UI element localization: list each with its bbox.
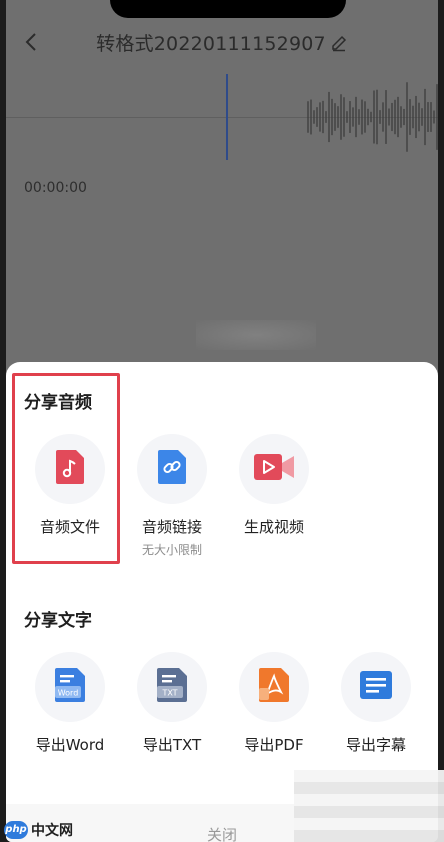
export-pdf[interactable]: 导出PDF [228,652,320,755]
export-txt[interactable]: TXT 导出TXT [126,652,218,755]
export-txt-label: 导出TXT [142,736,202,754]
watermark: php 中文网 [4,820,73,840]
subtitle-icon [358,669,394,705]
share-generate-video[interactable]: 生成视频 [228,434,320,537]
audio-file-label: 音频文件 [39,518,100,536]
share-audio-link[interactable]: 音频链接 无大小限制 [126,434,218,558]
audio-link-label: 音频链接 [141,518,202,536]
camera-notch [110,0,346,18]
page-title: 转格式20220111152907 [6,29,438,56]
audio-file-icon [54,448,86,490]
background-shape [196,320,316,350]
page-title-text: 转格式20220111152907 [96,33,326,55]
pdf-icon [257,666,291,708]
link-icon [156,448,188,490]
top-bar: 转格式20220111152907 [6,20,438,64]
export-word-icon-circle: Word [35,652,105,722]
waveform[interactable] [6,74,438,160]
export-word[interactable]: Word 导出Word [24,652,116,755]
edit-icon[interactable] [330,34,348,52]
txt-icon: TXT [155,666,189,708]
share-text-title: 分享文字 [24,611,92,631]
waveform-bars [307,82,438,152]
export-pdf-icon-circle [239,652,309,722]
share-audio-file[interactable]: 音频文件 [24,434,116,537]
txt-badge-text: TXT [161,689,177,698]
export-word-label: 导出Word [35,736,105,754]
playhead[interactable] [226,74,228,160]
word-badge-text: Word [58,689,79,698]
video-icon [252,451,296,487]
audio-file-icon-circle [35,434,105,504]
watermark-logo: php [4,821,28,839]
screen: 转格式20220111152907 00:00:00 分享音频 音频文件 音频链… [6,0,438,842]
playback-time: 00:00:00 [24,180,87,196]
generate-video-label: 生成视频 [243,518,304,536]
export-pdf-label: 导出PDF [244,736,304,754]
share-audio-title: 分享音频 [24,393,92,413]
mosaic-overlay [294,770,444,842]
generate-video-icon-circle [239,434,309,504]
watermark-text: 中文网 [31,823,73,839]
audio-link-sub: 无大小限制 [141,543,202,557]
audio-link-icon-circle [137,434,207,504]
export-subtitle[interactable]: 导出字幕 [330,652,422,755]
word-icon: Word [53,666,87,708]
export-subtitle-label: 导出字幕 [345,736,406,754]
export-subtitle-icon-circle [341,652,411,722]
export-txt-icon-circle: TXT [137,652,207,722]
